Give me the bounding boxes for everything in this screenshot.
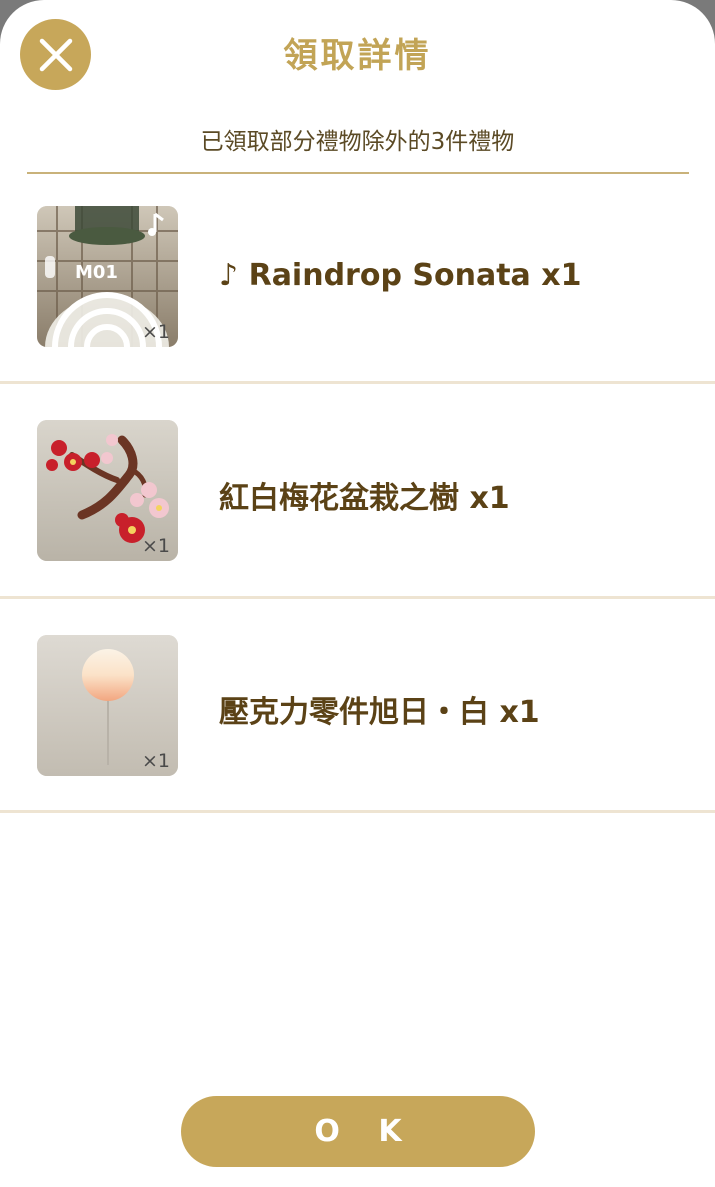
dialog-title: 領取詳情	[283, 36, 432, 76]
item-quantity: ×1	[141, 750, 170, 772]
plum-blossom-bonsai-thumbnail: ×1	[37, 420, 178, 561]
list-item: ×1 紅白梅花盆栽之樹 x1	[0, 385, 715, 599]
receive-details-dialog: 領取詳情 已領取部分禮物除外的3件禮物 M01 ×1 ♪ Raindrop So…	[0, 0, 715, 1187]
item-name: ♪ Raindrop Sonata x1	[219, 258, 582, 293]
item-quantity: ×1	[141, 321, 170, 343]
list-item: ×1 壓克力零件旭日・白 x1	[0, 599, 715, 813]
dialog-subtitle: 已領取部分禮物除外的3件禮物	[200, 129, 515, 155]
item-quantity: ×1	[141, 535, 170, 557]
row-divider	[0, 381, 715, 384]
acrylic-sunrise-part-thumbnail: ×1	[37, 635, 178, 776]
item-name: 壓克力零件旭日・白 x1	[219, 695, 540, 730]
ok-button[interactable]: O K	[181, 1096, 535, 1167]
music-track-thumbnail: M01 ×1	[37, 206, 178, 347]
track-badge: M01	[75, 262, 118, 283]
list-item: M01 ×1 ♪ Raindrop Sonata x1	[0, 170, 715, 384]
item-name: 紅白梅花盆栽之樹 x1	[219, 481, 510, 516]
row-divider	[0, 810, 715, 813]
